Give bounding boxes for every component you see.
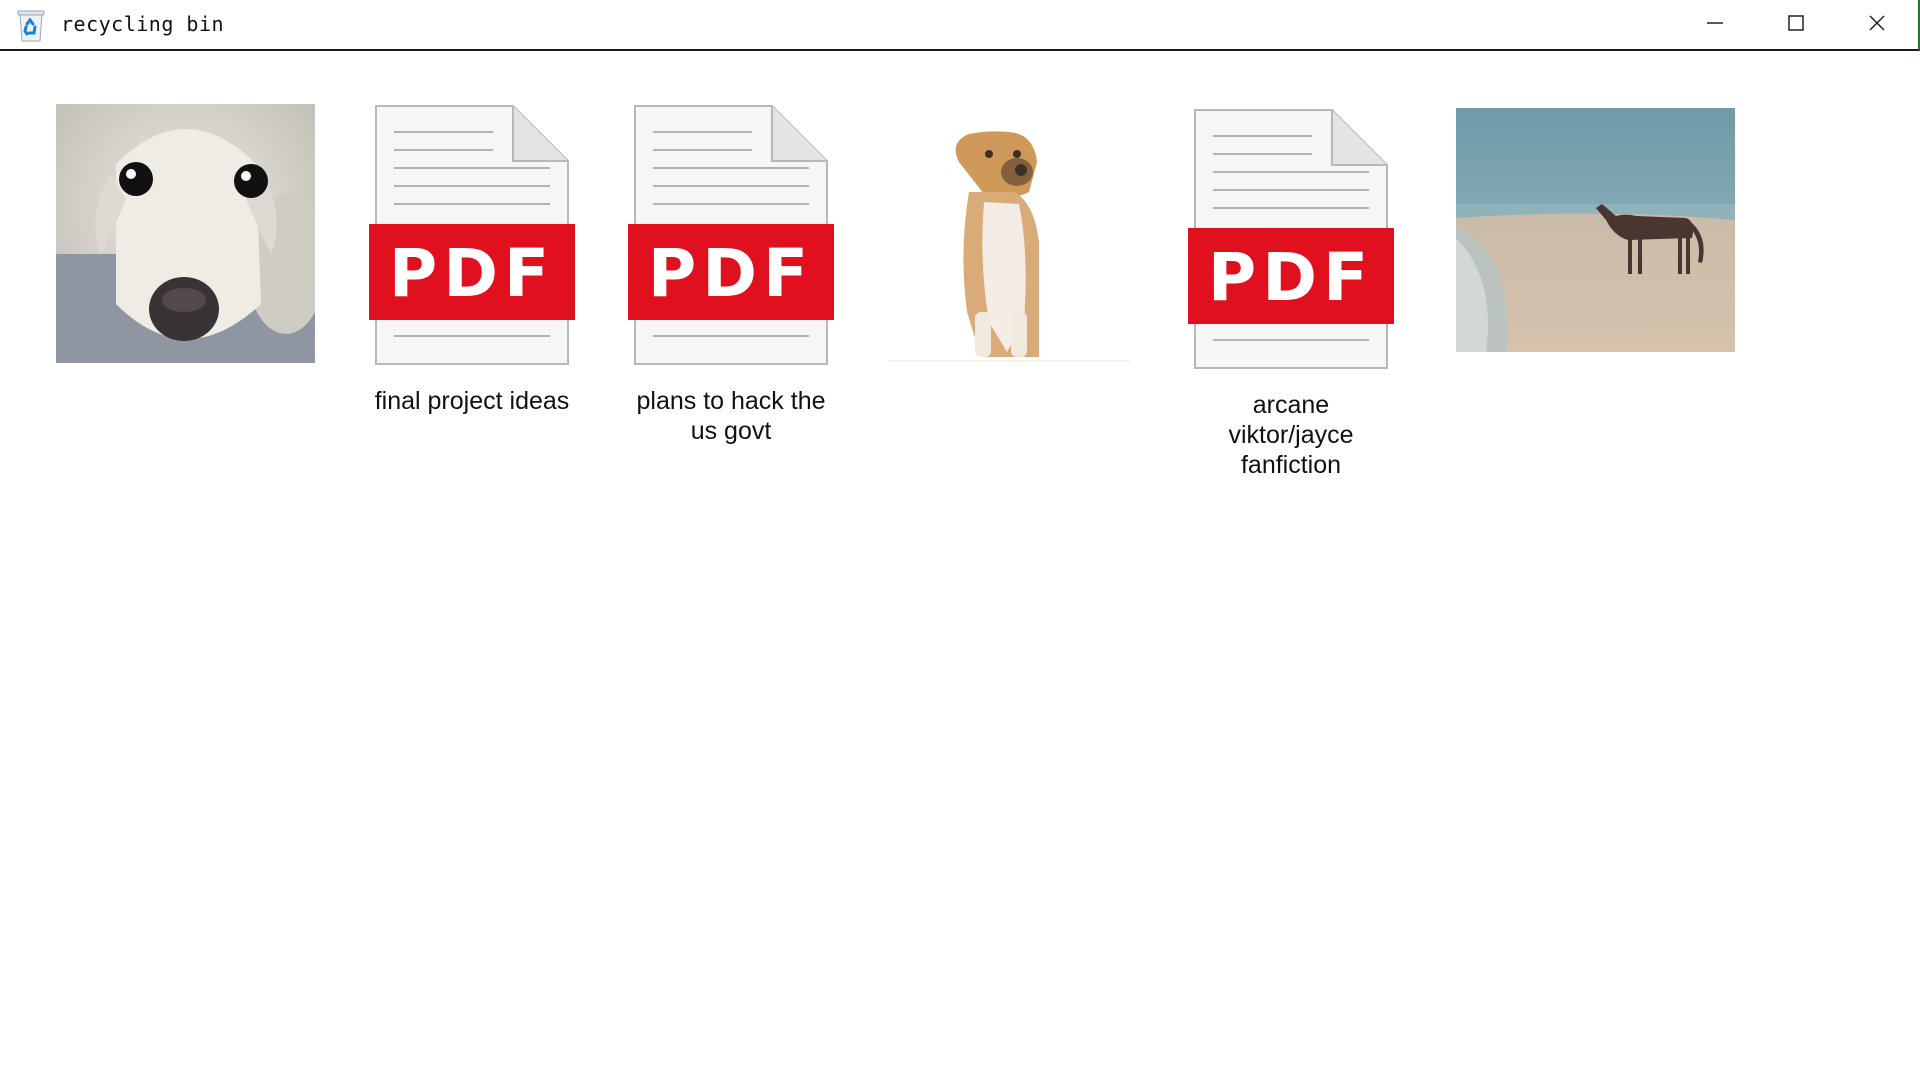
pdf-badge-text: PDF <box>389 235 555 312</box>
pdf-file-icon: PDF <box>627 104 835 366</box>
recycle-bin-icon <box>16 7 46 43</box>
maximize-icon <box>1786 13 1806 33</box>
minimize-button[interactable] <box>1675 0 1755 46</box>
file-label: plans to hack the us govt <box>636 387 826 445</box>
pdf-file-icon: PDF <box>1187 108 1395 370</box>
file-item-image-3[interactable] <box>1456 108 1735 352</box>
dog-face-thumbnail <box>56 104 315 363</box>
file-label: arcane viktor/jayce fanfiction <box>1228 391 1354 479</box>
file-item-pdf-arcane-fanfiction[interactable]: PDF arcane viktor/jayce fanfiction <box>1187 108 1395 479</box>
minimize-icon <box>1705 13 1725 33</box>
window-title: recycling bin <box>61 12 225 36</box>
sitting-dog-thumbnail <box>889 122 1130 362</box>
pdf-file-icon: PDF <box>368 104 576 366</box>
window-titlebar[interactable]: recycling bin <box>0 0 1920 51</box>
horse-beach-thumbnail <box>1456 108 1735 352</box>
pdf-badge-text: PDF <box>1208 239 1374 316</box>
close-icon <box>1867 13 1887 33</box>
maximize-button[interactable] <box>1756 0 1836 46</box>
file-item-image-2[interactable] <box>889 122 1130 362</box>
file-item-image-1[interactable] <box>56 104 315 363</box>
file-label: final project ideas <box>374 387 570 415</box>
pdf-badge-text: PDF <box>648 235 814 312</box>
close-button[interactable] <box>1837 0 1917 46</box>
file-item-pdf-plans-to-hack[interactable]: PDF plans to hack the us govt <box>627 104 835 454</box>
file-item-pdf-final-project-ideas[interactable]: PDF final project ideas <box>368 104 576 424</box>
